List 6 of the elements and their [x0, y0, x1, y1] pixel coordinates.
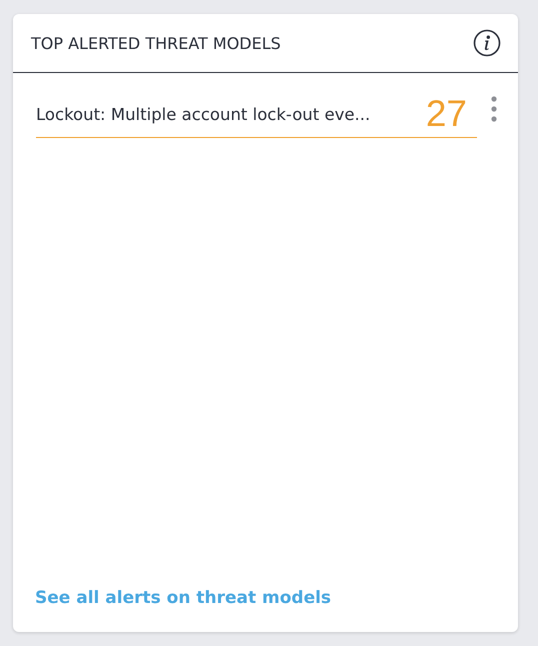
- threat-model-name: Lockout: Multiple account lock-out eve...: [36, 104, 370, 124]
- alert-count: 27: [426, 93, 468, 135]
- card-title: TOP ALERTED THREAT MODELS: [31, 34, 281, 52]
- more-options-icon[interactable]: [491, 96, 497, 122]
- threat-model-item[interactable]: Lockout: Multiple account lock-out eve... 27: [36, 93, 477, 138]
- info-icon[interactable]: [473, 29, 501, 57]
